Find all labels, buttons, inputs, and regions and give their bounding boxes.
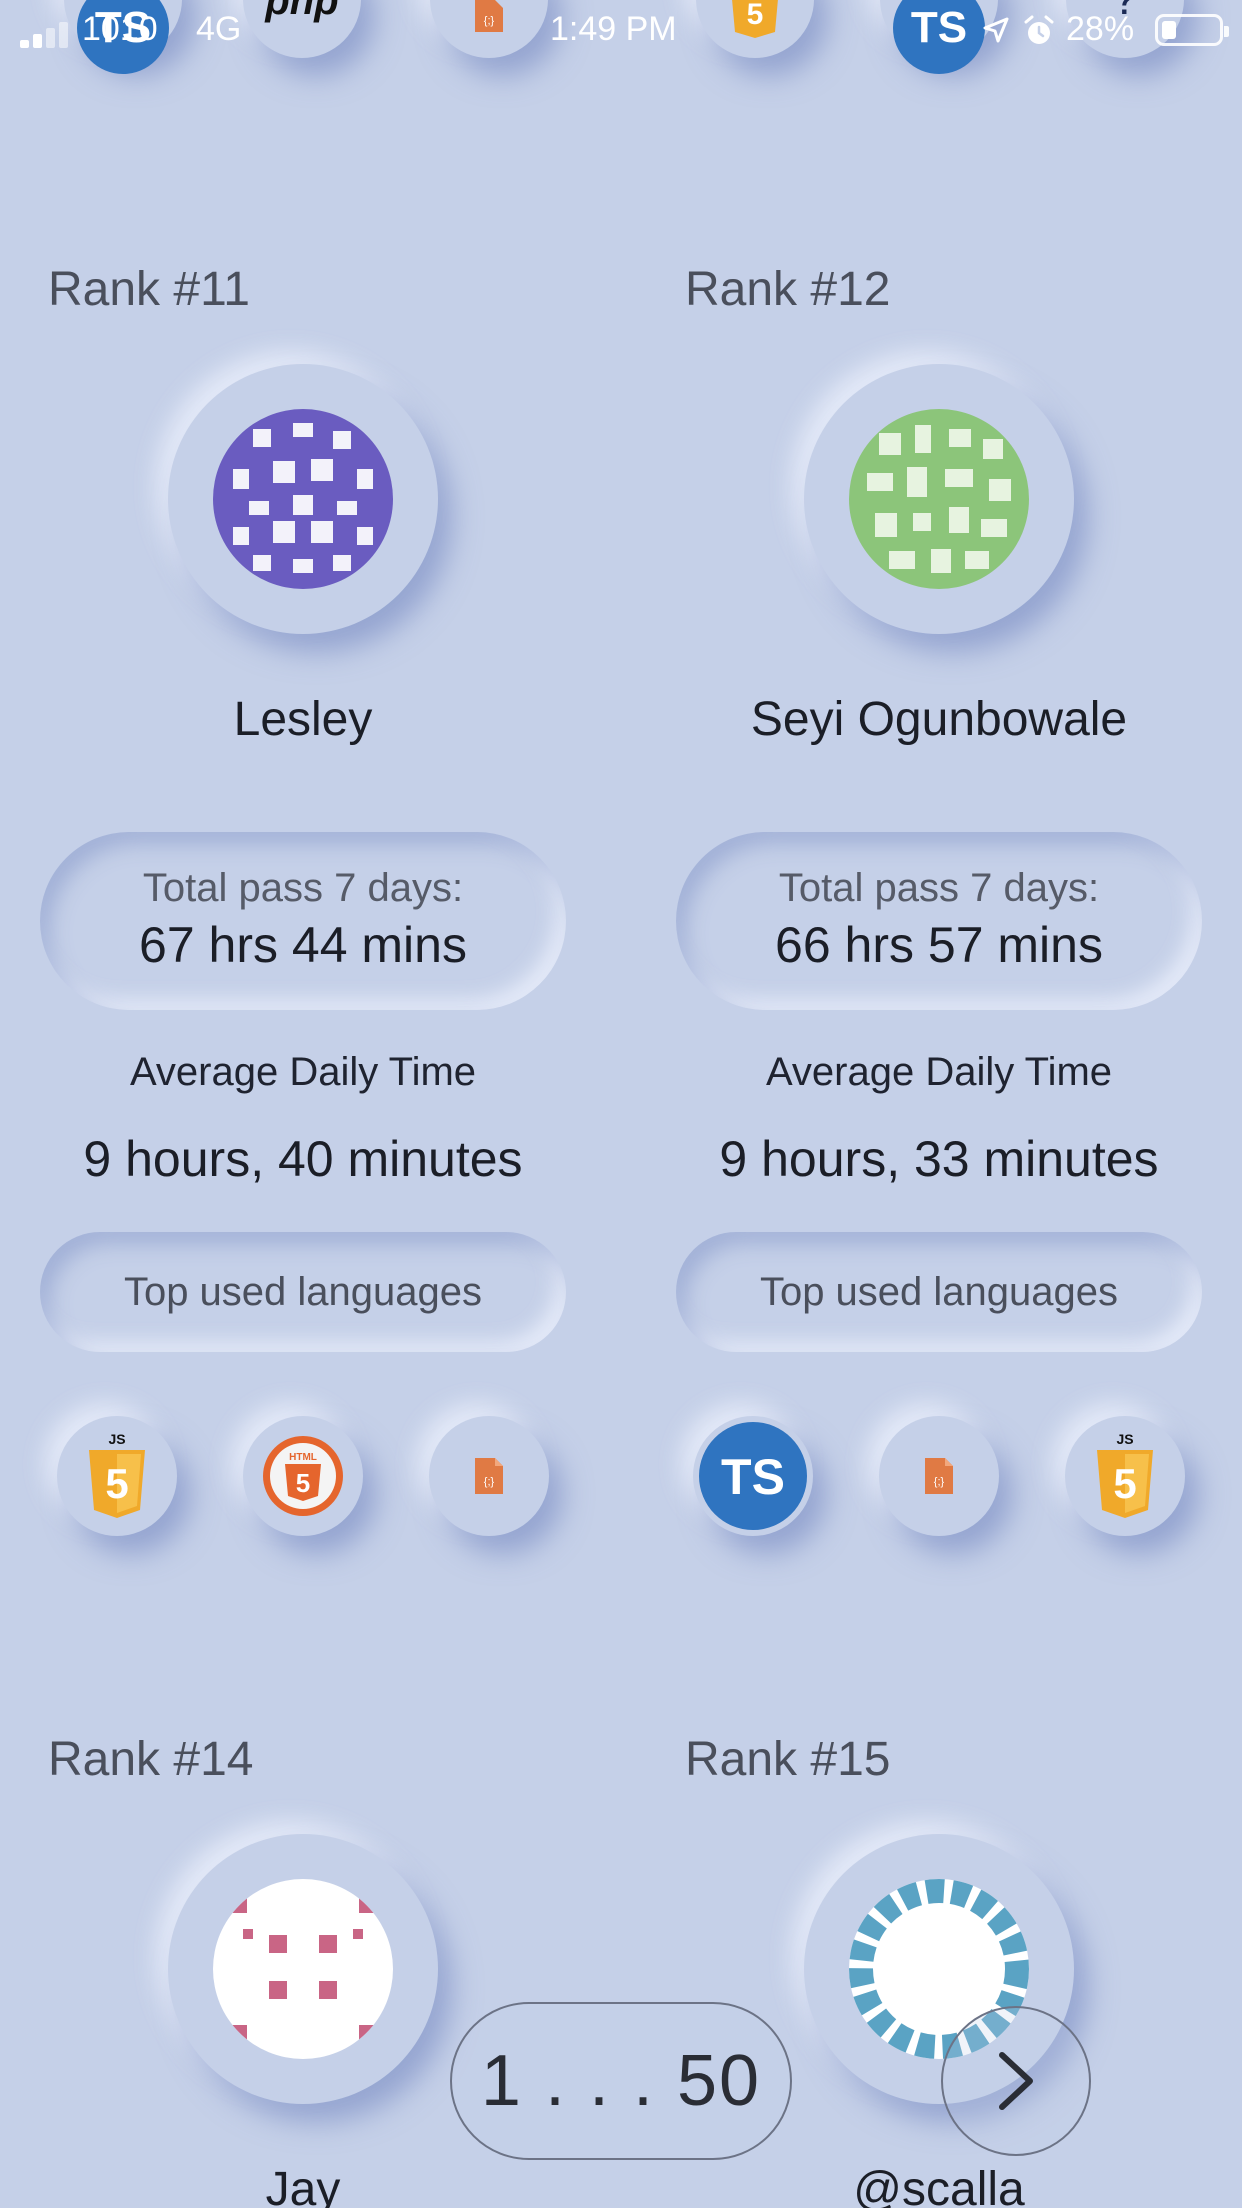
- clock: 1:49 PM: [550, 10, 677, 48]
- html5-icon: HTML 5: [243, 1416, 363, 1536]
- svg-text:JS: JS: [108, 1431, 125, 1447]
- rank-label: Rank #12: [685, 263, 891, 316]
- average-daily-label: Average Daily Time: [129, 1050, 477, 1094]
- user-name: Lesley: [233, 693, 373, 746]
- top-languages-pill: Top used languages: [40, 1232, 566, 1352]
- total-time-label: Total pass 7 days:: [142, 866, 464, 910]
- avatar-ring: [168, 364, 438, 634]
- svg-text:{;}: {;}: [934, 1476, 945, 1488]
- rank-label: Rank #14: [48, 1733, 254, 1786]
- battery-icon: [1155, 14, 1229, 46]
- svg-text:HTML: HTML: [289, 1452, 317, 1463]
- average-daily-value: 9 hours, 33 minutes: [719, 1131, 1159, 1187]
- location-arrow-icon: [983, 17, 1009, 43]
- carrier-label: 1010: [82, 10, 158, 48]
- svg-text:TS: TS: [721, 1449, 785, 1505]
- typescript-icon: TS: [693, 1416, 813, 1536]
- svg-text:5: 5: [105, 1460, 128, 1507]
- avatar-ring: [168, 1834, 438, 2104]
- json-file-icon: {;}: [879, 1416, 999, 1536]
- chevron-right-icon: [999, 2052, 1033, 2110]
- total-time-value: 67 hrs 44 mins: [139, 917, 467, 973]
- top-languages-pill: Top used languages: [676, 1232, 1202, 1352]
- total-time-pill: Total pass 7 days: 67 hrs 44 mins: [40, 832, 566, 1010]
- avatar[interactable]: [849, 409, 1029, 589]
- rank-label: Rank #11: [48, 263, 250, 316]
- avatar[interactable]: [213, 409, 393, 589]
- total-time-value: 66 hrs 57 mins: [775, 917, 1103, 973]
- total-time-pill: Total pass 7 days: 66 hrs 57 mins: [676, 832, 1202, 1010]
- user-name: Jay: [265, 2163, 341, 2208]
- json-file-icon: {;}: [429, 1416, 549, 1536]
- total-time-label: Total pass 7 days:: [778, 866, 1100, 910]
- svg-text:5: 5: [296, 1468, 310, 1498]
- next-page-button[interactable]: [941, 2006, 1091, 2156]
- network-label: 4G: [196, 10, 242, 48]
- svg-text:JS: JS: [1116, 1431, 1133, 1447]
- user-name: @scalla: [853, 2163, 1025, 2208]
- average-daily-label: Average Daily Time: [765, 1050, 1113, 1094]
- svg-text:5: 5: [1113, 1460, 1136, 1507]
- battery-percent: 28%: [1066, 10, 1135, 48]
- rank-label: Rank #15: [685, 1733, 891, 1786]
- avatar[interactable]: [213, 1879, 393, 2059]
- javascript-icon: JS 5: [57, 1416, 177, 1536]
- user-name: Seyi Ogunbowale: [750, 693, 1128, 746]
- svg-text:{;}: {;}: [484, 1476, 495, 1488]
- page-range-button[interactable]: 1 . . . 50: [450, 2002, 792, 2160]
- javascript-icon: JS 5: [1065, 1416, 1185, 1536]
- avatar-ring: [804, 364, 1074, 634]
- cellular-signal-icon: [20, 22, 80, 48]
- alarm-icon: [1024, 15, 1054, 44]
- status-bar: 1010 4G 1:49 PM 28%: [0, 0, 1242, 62]
- average-daily-value: 9 hours, 40 minutes: [83, 1131, 523, 1187]
